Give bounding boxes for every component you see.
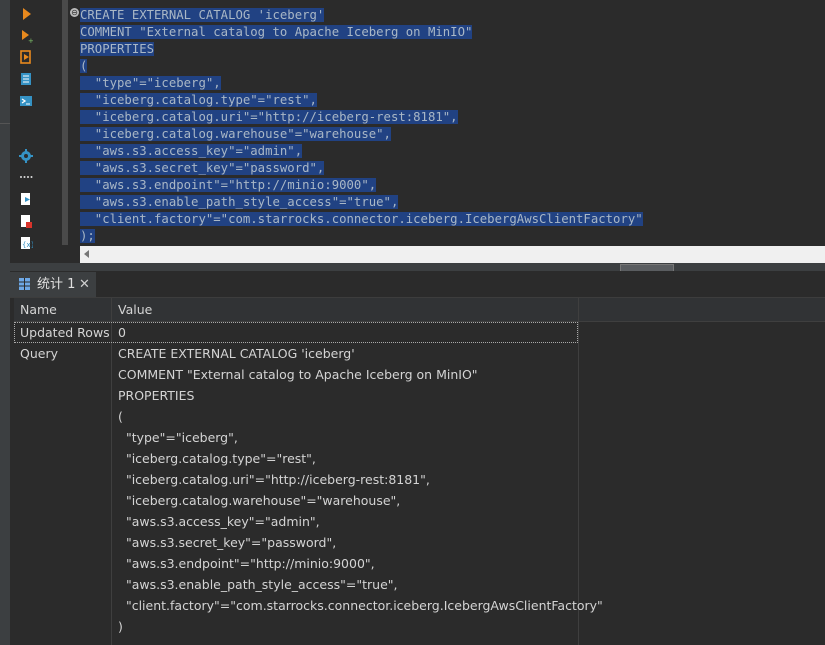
horizontal-scrollbar[interactable]: [80, 246, 825, 263]
code-line: "aws.s3.endpoint"="http://minio:9000",: [80, 177, 643, 194]
code-line: "iceberg.catalog.type"="rest",: [80, 92, 643, 109]
svg-text:{x}: {x}: [22, 241, 33, 249]
code-line: "iceberg.catalog.warehouse"="warehouse",: [80, 126, 643, 143]
panel-splitter[interactable]: [10, 263, 825, 279]
code-line: (: [80, 58, 643, 75]
query-line[interactable]: ): [118, 619, 123, 634]
query-line[interactable]: "aws.s3.endpoint"="http://minio:9000",: [118, 556, 375, 571]
query-line[interactable]: COMMENT "External catalog to Apache Iceb…: [118, 367, 478, 382]
code-line-text: "aws.s3.access_key"="admin",: [80, 144, 303, 158]
code-line-text: );: [80, 229, 95, 243]
code-line-text: "iceberg.catalog.type"="rest",: [80, 93, 317, 107]
query-line[interactable]: PROPERTIES: [118, 388, 194, 403]
row-name-updated-rows[interactable]: Updated Rows: [20, 325, 110, 340]
code-line: "aws.s3.access_key"="admin",: [80, 143, 643, 160]
code-line-text: "iceberg.catalog.warehouse"="warehouse",: [80, 127, 391, 141]
code-line-text: "type"="iceberg",: [80, 76, 221, 90]
query-line[interactable]: "client.factory"="com.starrocks.connecto…: [118, 598, 603, 613]
code-line-text: COMMENT "External catalog to Apache Iceb…: [80, 25, 473, 39]
column-header-value[interactable]: Value: [118, 298, 152, 321]
column-header-name[interactable]: Name: [20, 298, 57, 321]
results-tab-bar: 统计 1 ✕: [10, 271, 825, 298]
export-icon[interactable]: [19, 192, 33, 206]
row-value-updated-rows[interactable]: 0: [118, 325, 126, 340]
grid-icon: [19, 278, 30, 290]
grid-header: Name Value: [14, 298, 825, 322]
code-line-text: PROPERTIES: [80, 42, 155, 56]
code-line-text: "iceberg.catalog.uri"="http://iceberg-re…: [80, 110, 458, 124]
column-divider[interactable]: [111, 298, 112, 645]
left-bar-separator: [0, 123, 10, 124]
code-line-text: "client.factory"="com.starrocks.connecto…: [80, 212, 643, 226]
gutter-selection-marker: [62, 0, 68, 245]
code-line: COMMENT "External catalog to Apache Iceb…: [80, 24, 643, 41]
format-icon[interactable]: {x}: [19, 236, 33, 250]
code-block: CREATE EXTERNAL CATALOG 'iceberg' COMMEN…: [80, 7, 643, 245]
column-divider[interactable]: [578, 298, 579, 645]
settings-icon[interactable]: [19, 149, 33, 163]
code-line: "type"="iceberg",: [80, 75, 643, 92]
close-icon[interactable]: ✕: [79, 272, 90, 297]
query-line[interactable]: "iceberg.catalog.warehouse"="warehouse",: [118, 493, 400, 508]
query-line[interactable]: "iceberg.catalog.type"="rest",: [118, 451, 316, 466]
code-line: "iceberg.catalog.uri"="http://iceberg-re…: [80, 109, 643, 126]
code-line: "aws.s3.enable_path_style_access"="true"…: [80, 194, 643, 211]
scroll-left-icon[interactable]: [84, 250, 89, 258]
left-edge-bar: [0, 0, 10, 645]
open-console-icon[interactable]: [19, 94, 33, 108]
row-name-query[interactable]: Query: [20, 346, 58, 361]
query-line[interactable]: "aws.s3.enable_path_style_access"="true"…: [118, 577, 398, 592]
svg-text:+: +: [28, 37, 33, 43]
query-line[interactable]: (: [118, 409, 123, 424]
fold-icon[interactable]: ⊖: [70, 8, 79, 17]
query-line[interactable]: "iceberg.catalog.uri"="http://iceberg-re…: [118, 472, 430, 487]
code-line-text: CREATE EXTERNAL CATALOG 'iceberg': [80, 8, 325, 22]
code-line-text: (: [80, 59, 88, 73]
query-line[interactable]: "aws.s3.secret_key"="password",: [118, 535, 336, 550]
results-grid: Name Value Updated Rows 0 Query CREATE E…: [14, 298, 825, 645]
code-line-text: "aws.s3.secret_key"="password",: [80, 161, 325, 175]
code-line: );: [80, 228, 643, 245]
tab-statistics[interactable]: 统计 1 ✕: [10, 272, 96, 297]
sql-editor[interactable]: CREATE EXTERNAL CATALOG 'iceberg' COMMEN…: [80, 0, 825, 245]
execute-new-tab-icon[interactable]: +: [19, 29, 33, 43]
execute-script-icon[interactable]: [19, 50, 33, 64]
code-line: "aws.s3.secret_key"="password",: [80, 160, 643, 177]
code-line-text: "aws.s3.enable_path_style_access"="true"…: [80, 195, 399, 209]
query-line[interactable]: "aws.s3.access_key"="admin",: [118, 514, 320, 529]
execute-statement-icon[interactable]: [19, 7, 33, 21]
query-line[interactable]: CREATE EXTERNAL CATALOG 'iceberg': [118, 346, 355, 361]
code-line-text: "aws.s3.endpoint"="http://minio:9000",: [80, 178, 377, 192]
more-icon[interactable]: [19, 170, 33, 184]
code-line: PROPERTIES: [80, 41, 643, 58]
tab-label: 统计 1: [37, 277, 76, 292]
execute-script-new-tab-icon[interactable]: [19, 72, 33, 86]
code-line: "client.factory"="com.starrocks.connecto…: [80, 211, 643, 228]
line-gutter: [40, 0, 68, 245]
query-line[interactable]: "type"="iceberg",: [118, 430, 238, 445]
code-line: CREATE EXTERNAL CATALOG 'iceberg': [80, 7, 643, 24]
import-icon[interactable]: [19, 214, 33, 228]
editor-toolbar: + {x}: [10, 0, 40, 265]
